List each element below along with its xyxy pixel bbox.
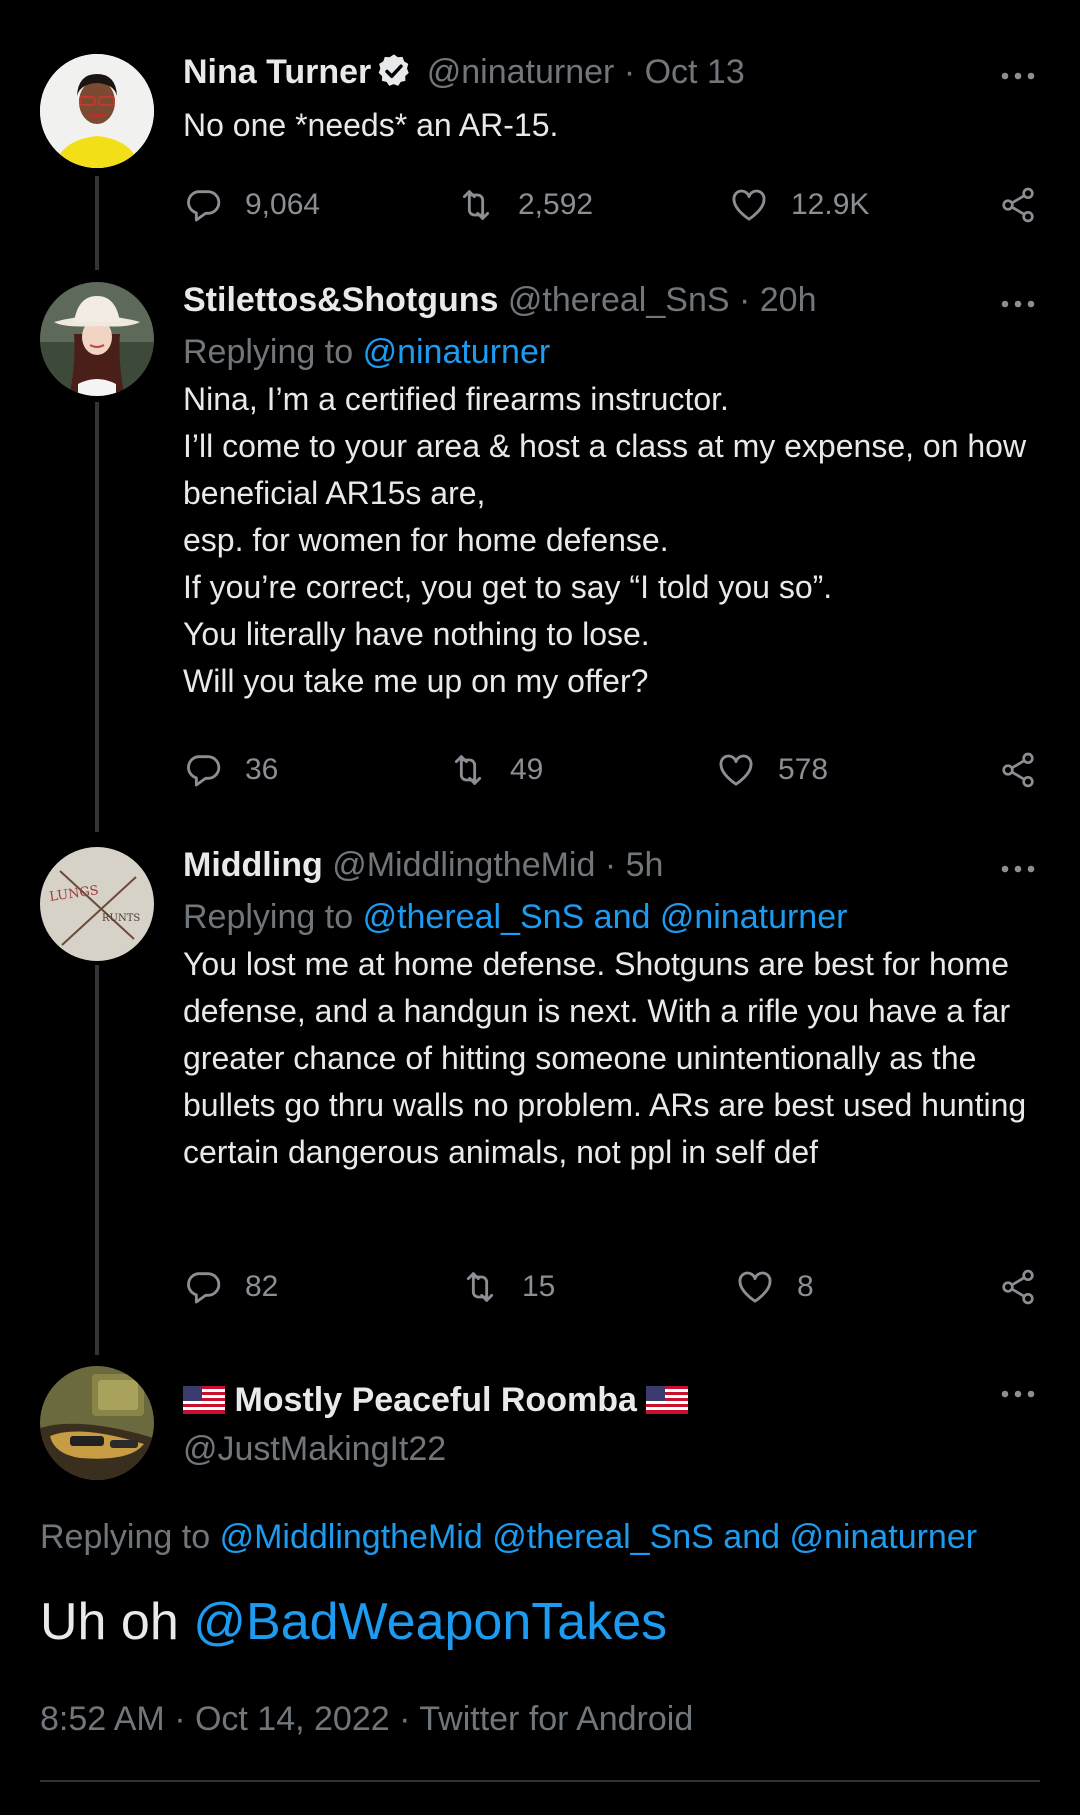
- tweet-actions: 36 49 578: [183, 745, 1038, 795]
- retweet-count: 2,592: [518, 188, 594, 221]
- avatar-text: RUNTS: [102, 913, 140, 924]
- retweet-button[interactable]: 49: [448, 745, 543, 795]
- tweet-time[interactable]: · 20h: [739, 281, 817, 319]
- replying-prefix: Replying to: [40, 1518, 211, 1556]
- share-icon[interactable]: [998, 183, 1038, 227]
- reply-button[interactable]: 9,064: [183, 180, 320, 230]
- tweet-actions: 9,064 2,592 12.9K: [183, 180, 1038, 230]
- retweet-button[interactable]: 2,592: [456, 180, 593, 230]
- user-handle[interactable]: @thereal_SnS: [508, 281, 730, 319]
- like-icon: [729, 185, 769, 225]
- tweet-header: Nina Turner @ninaturner · Oct 13: [183, 50, 1038, 94]
- retweet-icon: [456, 185, 496, 225]
- retweet-icon: [460, 1267, 500, 1307]
- us-flag-icon: [183, 1386, 225, 1414]
- tweet-time[interactable]: · 5h: [605, 846, 664, 884]
- reply-icon: [183, 750, 223, 790]
- thread-connector: [95, 965, 99, 1355]
- display-name[interactable]: Nina Turner: [183, 53, 371, 91]
- more-icon[interactable]: [998, 859, 1038, 879]
- replying-prefix: Replying to: [183, 898, 354, 936]
- replying-to-link[interactable]: @thereal_SnS and @ninaturner: [363, 898, 848, 936]
- verified-badge-icon: [378, 54, 410, 86]
- avatar[interactable]: [40, 1366, 154, 1480]
- retweet-count: 15: [522, 1270, 556, 1303]
- avatar[interactable]: LUNGS RUNTS: [40, 847, 154, 961]
- user-handle[interactable]: @MiddlingtheMid: [332, 846, 595, 884]
- us-flag-icon: [646, 1386, 688, 1414]
- reply-icon: [183, 185, 223, 225]
- tweet-text: Uh oh: [40, 1593, 179, 1651]
- tweet-text: Nina, I’m a certified firearms instructo…: [183, 381, 1027, 699]
- retweet-button[interactable]: 15: [460, 1262, 555, 1312]
- mention-link[interactable]: @BadWeaponTakes: [193, 1593, 667, 1651]
- like-icon: [716, 750, 756, 790]
- like-count: 578: [778, 753, 829, 786]
- like-count: 12.9K: [791, 188, 870, 221]
- replying-to: Replying to @thereal_SnS and @ninaturner: [183, 895, 1038, 939]
- tweet-time[interactable]: · Oct 13: [624, 53, 745, 91]
- tweet-meta: 8:52 AM · Oct 14, 2022 · Twitter for And…: [40, 1700, 694, 1738]
- tweet-header: Stilettos&Shotguns @thereal_SnS · 20h: [183, 278, 1038, 322]
- replying-to: Replying to @MiddlingtheMid @thereal_SnS…: [40, 1515, 977, 1559]
- tweet-header: Middling @MiddlingtheMid · 5h: [183, 843, 1038, 887]
- share-icon[interactable]: [998, 748, 1038, 792]
- reply-icon: [183, 1267, 223, 1307]
- divider: [40, 1780, 1040, 1782]
- replying-to: Replying to @ninaturner: [183, 330, 1038, 374]
- replying-to-link[interactable]: @ninaturner: [363, 333, 551, 371]
- replying-prefix: Replying to: [183, 333, 354, 371]
- reply-button[interactable]: 36: [183, 745, 278, 795]
- reply-button[interactable]: 82: [183, 1262, 278, 1312]
- reply-count: 9,064: [245, 188, 321, 221]
- display-name[interactable]: Mostly Peaceful Roomba: [234, 1381, 636, 1419]
- tweet-text: No one *needs* an AR-15.: [183, 107, 559, 143]
- avatar[interactable]: [40, 54, 154, 168]
- reply-count: 82: [245, 1270, 279, 1303]
- display-name[interactable]: Stilettos&Shotguns: [183, 281, 498, 319]
- like-button[interactable]: 12.9K: [729, 180, 869, 230]
- retweet-count: 49: [510, 753, 544, 786]
- like-button[interactable]: 578: [716, 745, 828, 795]
- more-icon[interactable]: [998, 294, 1038, 314]
- tweet-header: Mostly Peaceful Roomba: [183, 1378, 1038, 1422]
- main-tweet-text: Uh oh @BadWeaponTakes: [40, 1590, 667, 1654]
- tweet-actions: 82 15 8: [183, 1262, 1038, 1312]
- tweet-text: You lost me at home defense. Shotguns ar…: [183, 946, 1027, 1170]
- like-count: 8: [797, 1270, 814, 1303]
- replying-to-link[interactable]: @MiddlingtheMid @thereal_SnS and @ninatu…: [220, 1518, 978, 1556]
- like-button[interactable]: 8: [735, 1262, 814, 1312]
- more-icon[interactable]: [998, 1384, 1038, 1404]
- avatar[interactable]: [40, 282, 154, 396]
- thread-connector: [95, 402, 99, 832]
- user-handle[interactable]: @ninaturner: [427, 53, 615, 91]
- like-icon: [735, 1267, 775, 1307]
- display-name[interactable]: Middling: [183, 846, 323, 884]
- retweet-icon: [448, 750, 488, 790]
- share-icon[interactable]: [998, 1265, 1038, 1309]
- user-handle[interactable]: @JustMakingIt22: [183, 1427, 1038, 1471]
- thread-connector: [95, 176, 99, 270]
- reply-count: 36: [245, 753, 279, 786]
- more-icon[interactable]: [998, 66, 1038, 86]
